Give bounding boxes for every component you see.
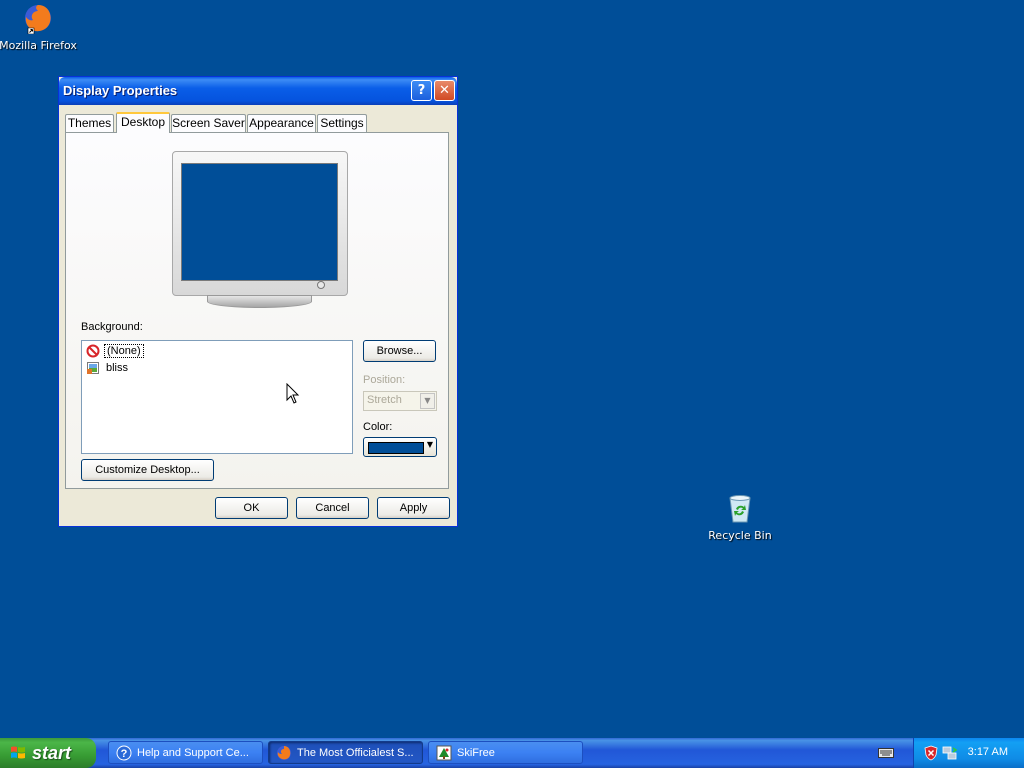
list-item-bliss[interactable]: bliss [86, 360, 130, 376]
monitor-screen-preview [181, 163, 338, 281]
close-icon: ✕ [439, 83, 450, 98]
monitor-power-led [317, 281, 325, 289]
start-button[interactable]: start [0, 738, 96, 768]
color-picker-button[interactable]: ▼ [363, 437, 437, 457]
apply-button[interactable]: Apply [377, 497, 450, 519]
desktop-icon-label: Mozilla Firefox [0, 39, 77, 52]
list-item-none[interactable]: (None) [86, 343, 144, 359]
recycle-bin-icon [729, 495, 751, 523]
monitor-case [172, 151, 348, 296]
display-properties-dialog: Display Properties ? ✕ Themes Desktop Sc… [58, 76, 458, 527]
mouse-cursor-icon [286, 383, 300, 404]
tab-desktop[interactable]: Desktop [116, 112, 170, 133]
svg-text:?: ? [121, 748, 128, 760]
dialog-title: Display Properties [63, 83, 178, 98]
start-label: start [32, 743, 72, 763]
skifree-icon [436, 745, 452, 761]
firefox-icon [25, 5, 51, 35]
desktop-icon-recycle-bin[interactable]: Recycle Bin [695, 492, 785, 542]
close-button[interactable]: ✕ [434, 80, 455, 101]
desktop-icon-firefox[interactable]: Mozilla Firefox [0, 2, 83, 52]
none-icon [86, 344, 100, 358]
taskbar-item-firefox[interactable]: The Most Officialest S... [268, 741, 423, 764]
list-item-label: bliss [106, 362, 129, 374]
keyboard-icon[interactable] [878, 747, 894, 759]
chevron-down-icon: ▼ [426, 440, 433, 449]
desktop-icon-label: Recycle Bin [708, 529, 772, 542]
position-value: Stretch [367, 394, 402, 406]
taskbar-item-label: SkiFree [457, 747, 495, 759]
firefox-icon [277, 746, 291, 760]
help-icon: ? [116, 745, 132, 761]
dialog-titlebar[interactable]: Display Properties ? ✕ [59, 77, 457, 105]
tab-themes[interactable]: Themes [65, 114, 114, 132]
network-icon[interactable] [942, 745, 958, 761]
tab-screen-saver[interactable]: Screen Saver [171, 114, 246, 132]
clock[interactable]: 3:17 AM [968, 746, 1008, 758]
background-label: Background: [81, 321, 143, 333]
color-swatch [368, 442, 424, 454]
help-icon: ? [417, 83, 426, 98]
taskbar-item-help[interactable]: ? Help and Support Ce... [108, 741, 263, 764]
taskbar-item-label: Help and Support Ce... [137, 747, 249, 759]
cancel-button[interactable]: Cancel [296, 497, 369, 519]
taskbar: start ? Help and Support Ce... The Most … [0, 738, 1024, 768]
customize-desktop-button[interactable]: Customize Desktop... [81, 459, 214, 481]
taskbar-item-label: The Most Officialest S... [297, 747, 414, 759]
background-list[interactable]: (None) bliss [81, 340, 353, 454]
position-label: Position: [363, 374, 406, 386]
browse-button[interactable]: Browse... [363, 340, 436, 362]
tab-appearance[interactable]: Appearance [247, 114, 316, 132]
system-tray: 3:17 AM [913, 738, 1024, 768]
chevron-down-icon: ▼ [420, 393, 435, 409]
tab-settings[interactable]: Settings [317, 114, 367, 132]
desktop-tab-panel: Background: (None) bliss Browse... Posit… [65, 132, 449, 489]
list-item-label: (None) [104, 344, 144, 358]
windows-logo-icon [11, 746, 25, 759]
position-dropdown[interactable]: Stretch ▼ [363, 391, 437, 411]
ok-button[interactable]: OK [215, 497, 288, 519]
monitor-stand [207, 295, 312, 308]
image-file-icon [87, 362, 99, 375]
color-label: Color: [363, 421, 393, 433]
security-shield-icon[interactable] [924, 745, 938, 761]
taskbar-item-skifree[interactable]: SkiFree [428, 741, 583, 764]
monitor-preview [172, 151, 349, 311]
help-button[interactable]: ? [411, 80, 432, 101]
